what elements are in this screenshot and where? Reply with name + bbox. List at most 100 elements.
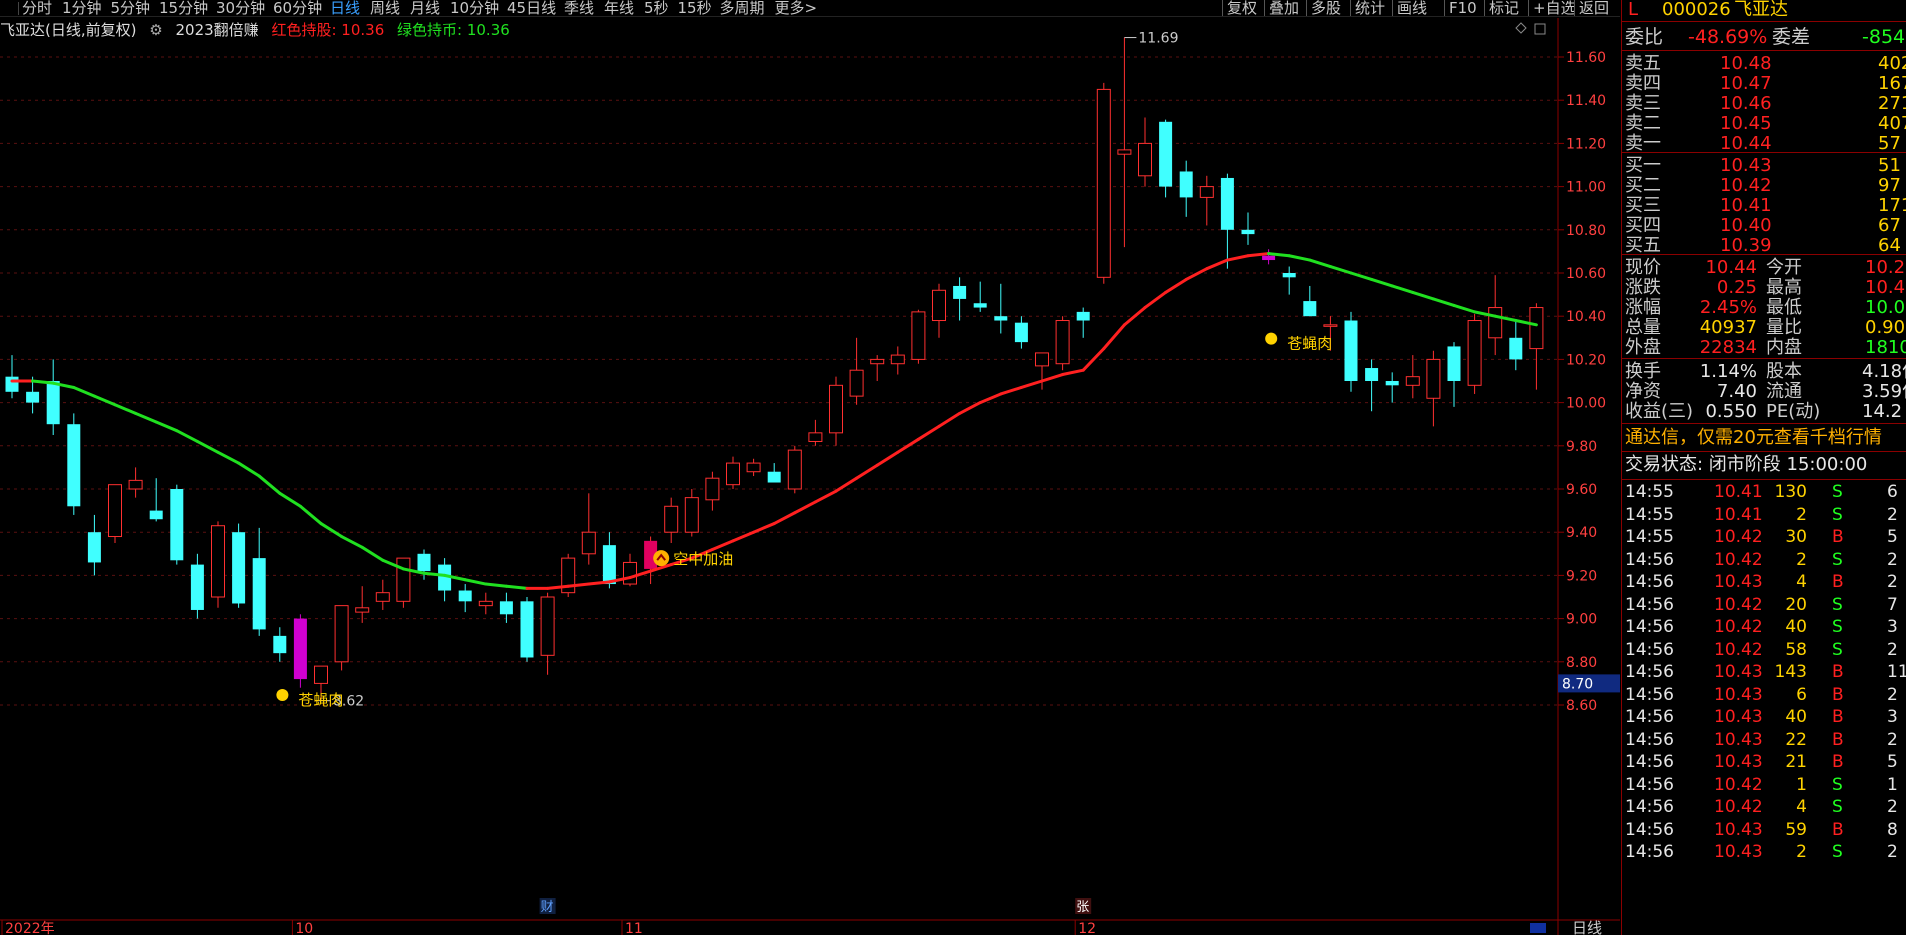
candle-body [1385,381,1399,386]
stat-value: 22834 [1699,337,1757,358]
tick-count: 5 [1887,527,1898,547]
tick-time: 14:56 [1625,594,1674,615]
candle-body [1179,171,1193,198]
maximize-icon[interactable] [1534,23,1546,35]
candle-body [149,510,163,520]
candle-body [746,462,761,473]
ask-price: 10.45 [1720,113,1772,134]
stat-row: 现价 10.44 今开 10.28 [1622,258,1906,278]
stat-label: 内盘 [1766,337,1802,358]
stat-label: 外盘 [1625,337,1661,358]
tick-time: 14:56 [1625,797,1674,817]
panel-header: L 000026 飞亚达 [1622,0,1906,20]
y-tick-label: 10.60 [1566,266,1606,282]
bid-row[interactable]: 买四 10.40 67 [1622,216,1906,236]
tick-side: B [1832,819,1844,840]
event-marker[interactable]: 张 [1076,900,1089,915]
fundamental-row: 净资 7.40 流通 3.59亿 [1622,382,1906,402]
panel-divider [1622,254,1906,255]
candle-body [1467,320,1482,386]
candle-body [211,525,225,598]
candle-body [375,592,390,602]
tick-time: 14:56 [1625,774,1674,795]
tick-side: S [1832,842,1843,862]
event-marker[interactable]: 财 [541,900,554,915]
diamond-icon[interactable] [1515,22,1527,34]
tick-side: S [1832,482,1843,502]
tick-side: B [1832,527,1844,547]
green-hold-line [237,461,261,478]
kline-chart[interactable]: 11.60 11.40 11.20 11.00 10.80 10.60 10.40 10.20… [0,0,1620,935]
tick-side: B [1832,729,1844,750]
tick-side: B [1832,707,1844,727]
fundamental-label: 收益(三) [1625,401,1694,422]
diff-value: -854 [1862,26,1906,48]
y-tick-label: 11.60 [1566,50,1606,66]
tick-volume: 58 [1785,639,1807,660]
candle-body [1303,301,1317,317]
ask-row[interactable]: 卖五 10.48 402 [1622,54,1906,74]
ask-volume: 407 [1878,113,1906,134]
panel-divider [1622,358,1906,359]
candle-body [1035,352,1049,367]
red-hold-line [1061,368,1085,377]
ask-row[interactable]: 卖一 10.44 57 [1622,134,1906,154]
x-tick-label: 12 [1078,921,1096,935]
tick-volume: 22 [1785,729,1807,750]
bid-row[interactable]: 买三 10.41 171 [1622,196,1906,216]
bid-row[interactable]: 买二 10.42 97 [1622,176,1906,196]
tick-side: S [1832,797,1843,817]
bid-label: 买二 [1625,175,1661,196]
stock-code[interactable]: 000026 [1662,0,1731,20]
red-hold-line [916,424,941,441]
tick-price: 10.41 [1714,504,1763,525]
candle-body [870,358,885,365]
y-tick-label: 9.80 [1566,439,1597,455]
green-hold-line [92,394,117,407]
red-hold-line [1184,267,1209,281]
tick-count: 2 [1887,639,1898,660]
candle-body [1096,88,1111,278]
ask-row[interactable]: 卖三 10.46 271 [1622,94,1906,114]
tick-side: B [1832,752,1844,772]
candle-body [190,564,204,610]
stat-row: 总量 40937 量比 0.90 [1622,318,1906,338]
y-tick-label: 10.00 [1566,396,1606,412]
tick-time: 14:56 [1625,707,1674,727]
tick-time: 14:56 [1625,617,1674,637]
ratio-label: 委比 [1625,26,1664,48]
fundamental-label: 换手 [1625,361,1661,382]
ask-label: 卖一 [1625,133,1661,154]
bid-row[interactable]: 买一 10.43 51 [1622,156,1906,176]
bid-volume: 64 [1878,235,1901,256]
stat-row: 涨跌 0.25 最高 10.45 [1622,278,1906,298]
green-hold-line [134,411,158,424]
stock-name[interactable]: 飞亚达 [1734,0,1788,20]
candle-body [932,289,946,322]
tick-row: 14:56 10.43 40 B 3 [1622,706,1906,729]
tick-row: 14:56 10.43 2 S 2 [1622,841,1906,864]
tick-time: 14:56 [1625,842,1674,862]
ask-row[interactable]: 卖二 10.45 407 [1622,114,1906,134]
tick-time: 14:56 [1625,729,1674,750]
promo-banner[interactable]: 通达信，仅需20元查看千档行情 [1622,426,1906,450]
tick-row: 14:55 10.41 2 S 2 [1622,504,1906,527]
tick-volume: 4 [1796,797,1807,817]
stat-row: 涨幅 2.45% 最低 10.07 [1622,298,1906,318]
tick-row: 14:55 10.42 30 B 5 [1622,526,1906,549]
tick-count: 5 [1887,752,1898,772]
bid-price: 10.40 [1720,215,1772,236]
y-tick-label: 8.80 [1566,655,1597,671]
scroll-handle[interactable] [1530,923,1546,933]
fundamental-label: PE(动) [1766,401,1821,422]
ask-row[interactable]: 卖四 10.47 167 [1622,74,1906,94]
tick-side: S [1832,774,1843,795]
candle-body [953,285,967,299]
red-hold-line [1205,258,1229,271]
candle-body [478,600,493,607]
bid-row[interactable]: 买五 10.39 64 [1622,236,1906,256]
bid-volume: 67 [1878,215,1901,236]
red-hold-line [731,530,756,543]
bid-volume: 97 [1878,175,1901,196]
period-label[interactable]: 日线 [1572,919,1602,935]
